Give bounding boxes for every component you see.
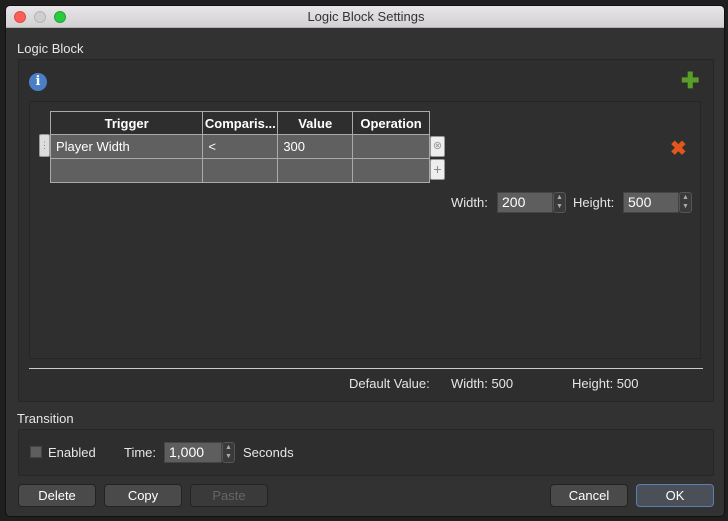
default-value-label: Default Value: xyxy=(349,376,430,391)
ok-button[interactable]: OK xyxy=(636,484,714,507)
cell-trigger[interactable]: Player Width xyxy=(49,134,204,159)
enabled-label: Enabled xyxy=(48,445,96,460)
cell-operation[interactable] xyxy=(352,158,430,183)
window-title: Logic Block Settings xyxy=(307,9,425,24)
height-label: Height: xyxy=(573,195,615,210)
col-operation[interactable]: Operation xyxy=(352,111,430,135)
dialog-window: Logic Block Settings Logic Block i ✚ Tri… xyxy=(5,5,725,517)
default-height: Height: 500 xyxy=(572,376,639,391)
enabled-checkbox[interactable] xyxy=(30,446,42,458)
divider xyxy=(29,368,703,369)
cell-value[interactable] xyxy=(277,158,354,183)
paste-button[interactable]: Paste xyxy=(190,484,268,507)
cell-operation[interactable] xyxy=(352,134,430,159)
cell-comparison[interactable]: < xyxy=(202,134,279,159)
default-width: Width: 500 xyxy=(451,376,514,391)
time-label: Time: xyxy=(124,445,157,460)
table-row[interactable] xyxy=(49,158,430,183)
col-comparison[interactable]: Comparis... xyxy=(202,111,279,135)
height-stepper[interactable]: ▲ ▼ xyxy=(679,192,692,213)
transition-group xyxy=(18,429,714,476)
width-input[interactable]: 200 xyxy=(497,192,553,213)
time-stepper[interactable]: ▲ ▼ xyxy=(222,442,235,463)
zoom-button[interactable] xyxy=(54,11,66,23)
add-icon[interactable]: ✚ xyxy=(681,70,699,92)
height-input[interactable]: 500 xyxy=(623,192,679,213)
col-value[interactable]: Value xyxy=(277,111,354,135)
info-icon[interactable]: i xyxy=(29,73,47,91)
width-stepper[interactable]: ▲ ▼ xyxy=(553,192,566,213)
logic-block-label: Logic Block xyxy=(17,41,84,56)
table-row[interactable]: Player Width < 300 xyxy=(49,134,430,159)
width-label: Width: xyxy=(451,195,488,210)
drag-handle[interactable]: ⋮ xyxy=(39,134,50,157)
delete-condition-icon[interactable]: ✖ xyxy=(670,136,687,161)
close-button[interactable] xyxy=(14,11,26,23)
copy-button[interactable]: Copy xyxy=(104,484,182,507)
cell-value[interactable]: 300 xyxy=(277,134,354,159)
cancel-button[interactable]: Cancel xyxy=(550,484,628,507)
seconds-label: Seconds xyxy=(243,445,294,460)
conditions-table: Trigger Comparis... Value Operation Play… xyxy=(49,111,430,183)
time-input[interactable]: 1,000 xyxy=(164,442,222,463)
delete-button[interactable]: Delete xyxy=(18,484,96,507)
cell-comparison[interactable] xyxy=(202,158,279,183)
remove-row-icon[interactable]: ⊗ xyxy=(430,136,445,157)
minimize-button[interactable] xyxy=(34,11,46,23)
col-trigger[interactable]: Trigger xyxy=(49,111,204,135)
title-bar: Logic Block Settings xyxy=(6,6,724,28)
cell-trigger[interactable] xyxy=(49,158,204,183)
add-row-icon[interactable]: + xyxy=(430,159,445,180)
transition-label: Transition xyxy=(17,411,74,426)
